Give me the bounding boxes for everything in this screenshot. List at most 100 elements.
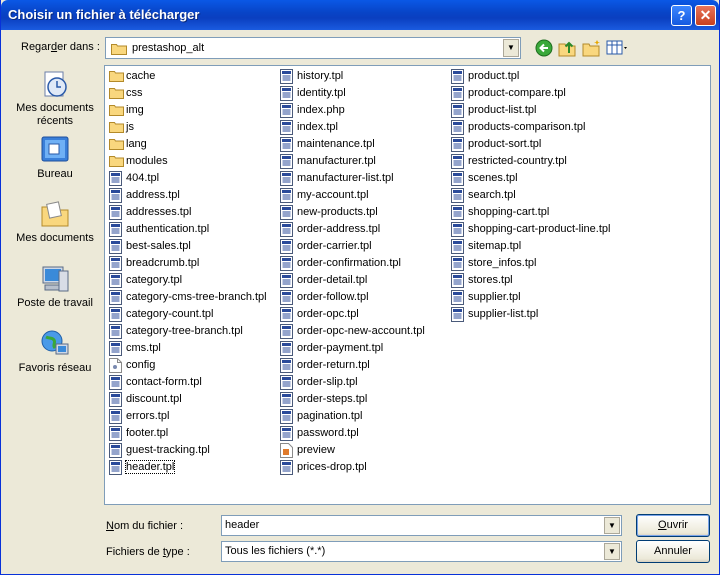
cancel-button[interactable]: Annuler [636, 540, 710, 563]
tpl-file-icon [109, 256, 122, 271]
file-item[interactable]: breadcrumb.tpl [107, 255, 267, 272]
file-item[interactable]: scenes.tpl [449, 170, 610, 187]
view-menu-icon[interactable] [606, 39, 630, 57]
file-item[interactable]: order-steps.tpl [278, 391, 425, 408]
file-item[interactable]: order-payment.tpl [278, 340, 425, 357]
file-item[interactable]: discount.tpl [107, 391, 267, 408]
file-item[interactable]: history.tpl [278, 68, 425, 85]
folder-item[interactable]: img [107, 102, 267, 119]
file-item[interactable]: product-compare.tpl [449, 85, 610, 102]
filename-value[interactable]: header [225, 519, 259, 531]
place-my-computer[interactable]: Poste de travail [10, 263, 100, 310]
folder-item[interactable]: js [107, 119, 267, 136]
file-item[interactable]: password.tpl [278, 425, 425, 442]
place-my-documents[interactable]: Mes documents [10, 198, 100, 245]
tpl-file-icon [451, 154, 464, 169]
tpl-file-icon [109, 205, 122, 220]
file-item[interactable]: product-list.tpl [449, 102, 610, 119]
file-item[interactable]: my-account.tpl [278, 187, 425, 204]
file-item[interactable]: store_infos.tpl [449, 255, 610, 272]
file-name: scenes.tpl [468, 172, 518, 184]
filename-label: Nom du fichier : [106, 520, 184, 532]
file-item[interactable]: order-address.tpl [278, 221, 425, 238]
recent-documents-icon [44, 71, 67, 97]
file-item[interactable]: category-count.tpl [107, 306, 267, 323]
file-item[interactable]: shopping-cart-product-line.tpl [449, 221, 610, 238]
folder-item[interactable]: modules [107, 153, 267, 170]
tpl-file-icon [109, 290, 122, 305]
file-item[interactable]: best-sales.tpl [107, 238, 267, 255]
file-item[interactable]: index.php [278, 102, 425, 119]
file-item[interactable]: order-opc.tpl [278, 306, 425, 323]
folder-item[interactable]: cache [107, 68, 267, 85]
title-bar[interactable]: Choisir un fichier à télécharger ? ✕ [1, 0, 719, 30]
chevron-down-icon[interactable]: ▼ [604, 543, 620, 560]
file-item[interactable]: authentication.tpl [107, 221, 267, 238]
my-computer-icon [42, 266, 69, 292]
file-item[interactable]: category.tpl [107, 272, 267, 289]
file-item[interactable]: order-slip.tpl [278, 374, 425, 391]
file-item[interactable]: address.tpl [107, 187, 267, 204]
file-item[interactable]: footer.tpl [107, 425, 267, 442]
file-item[interactable]: identity.tpl [278, 85, 425, 102]
file-item[interactable]: products-comparison.tpl [449, 119, 610, 136]
file-item[interactable]: supplier.tpl [449, 289, 610, 306]
file-item[interactable]: manufacturer-list.tpl [278, 170, 425, 187]
folder-item[interactable]: lang [107, 136, 267, 153]
chevron-down-icon[interactable]: ▼ [503, 39, 519, 57]
look-in-label: Regarder dans : [21, 41, 100, 53]
file-item[interactable]: search.tpl [449, 187, 610, 204]
place-recent-documents[interactable]: Mes documents récents [10, 68, 100, 128]
tpl-file-icon [280, 69, 293, 84]
file-item[interactable]: guest-tracking.tpl [107, 442, 267, 459]
file-item[interactable]: contact-form.tpl [107, 374, 267, 391]
place-desktop[interactable]: Bureau [10, 134, 100, 181]
config-file-icon [109, 358, 122, 373]
file-item[interactable]: preview [278, 442, 425, 459]
look-in-dropdown[interactable]: prestashop_alt ▼ [105, 37, 521, 59]
file-item[interactable]: order-return.tpl [278, 357, 425, 374]
open-button[interactable]: Ouvrir [636, 514, 710, 537]
file-item[interactable]: manufacturer.tpl [278, 153, 425, 170]
new-folder-icon[interactable] [582, 39, 602, 57]
file-item[interactable]: index.tpl [278, 119, 425, 136]
close-button[interactable]: ✕ [695, 5, 716, 26]
file-item[interactable]: header.tpl [107, 459, 267, 476]
file-item[interactable]: order-confirmation.tpl [278, 255, 425, 272]
tpl-file-icon [280, 103, 293, 118]
help-button[interactable]: ? [671, 5, 692, 26]
file-item[interactable]: sitemap.tpl [449, 238, 610, 255]
file-list[interactable]: cache css img js lang modules 404.tpl address.t… [104, 65, 711, 505]
file-item[interactable]: order-carrier.tpl [278, 238, 425, 255]
file-item[interactable]: restricted-country.tpl [449, 153, 610, 170]
place-network[interactable]: Favoris réseau [10, 328, 100, 375]
file-item[interactable]: maintenance.tpl [278, 136, 425, 153]
file-item[interactable]: category-tree-branch.tpl [107, 323, 267, 340]
file-item[interactable]: product-sort.tpl [449, 136, 610, 153]
file-item[interactable]: order-follow.tpl [278, 289, 425, 306]
file-name: modules [126, 155, 168, 167]
tpl-file-icon [451, 273, 464, 288]
file-item[interactable]: order-opc-new-account.tpl [278, 323, 425, 340]
back-arrow-icon[interactable] [535, 39, 555, 57]
file-item[interactable]: config [107, 357, 267, 374]
file-item[interactable]: errors.tpl [107, 408, 267, 425]
file-item[interactable]: cms.tpl [107, 340, 267, 357]
file-item[interactable]: stores.tpl [449, 272, 610, 289]
chevron-down-icon[interactable]: ▼ [604, 517, 620, 534]
parent-folder-icon[interactable] [558, 39, 578, 57]
file-item[interactable]: addresses.tpl [107, 204, 267, 221]
filetype-dropdown[interactable]: Tous les fichiers (*.*) ▼ [221, 541, 622, 562]
file-item[interactable]: category-cms-tree-branch.tpl [107, 289, 267, 306]
file-item[interactable]: order-detail.tpl [278, 272, 425, 289]
file-item[interactable]: new-products.tpl [278, 204, 425, 221]
file-item[interactable]: prices-drop.tpl [278, 459, 425, 476]
file-item[interactable]: product.tpl [449, 68, 610, 85]
file-item[interactable]: 404.tpl [107, 170, 267, 187]
filename-field[interactable]: header ▼ [221, 515, 622, 536]
folder-item[interactable]: css [107, 85, 267, 102]
file-item[interactable]: shopping-cart.tpl [449, 204, 610, 221]
file-name: preview [297, 444, 335, 456]
file-item[interactable]: pagination.tpl [278, 408, 425, 425]
file-item[interactable]: supplier-list.tpl [449, 306, 610, 323]
